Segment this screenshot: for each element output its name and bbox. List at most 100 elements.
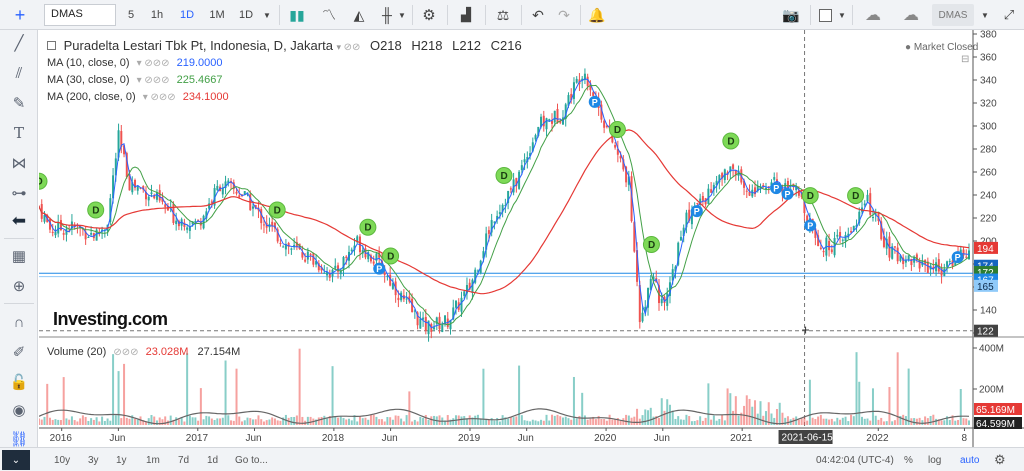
chart-type-chevron-icon[interactable]: ▼ [396, 4, 408, 26]
fullscreen-icon[interactable]: ⤢ [998, 4, 1020, 26]
symbol-input[interactable]: DMAS [44, 4, 116, 26]
fib-tool-icon[interactable]: ⫽ [6, 62, 32, 84]
zoom-in-icon[interactable]: ⊕ [6, 275, 32, 297]
layout-dropdown-icon[interactable]: ▼ [836, 4, 848, 26]
prediction-icon[interactable]: ⊶ [6, 182, 32, 204]
chart-area[interactable]: + D D D D D D D D D D D P P P P P P P 380 360 340 320 300 280 260… [30, 30, 1024, 455]
volume-bar [551, 414, 554, 425]
interval-1d-custom[interactable]: 1D [234, 4, 258, 26]
range-7d[interactable]: 7d [178, 452, 189, 468]
pattern-icon[interactable]: ⋈ [6, 152, 32, 174]
auto-toggle[interactable]: auto [960, 452, 979, 468]
percent-toggle[interactable]: % [904, 452, 913, 468]
candle-body [150, 192, 153, 195]
candle-body [907, 255, 910, 260]
area-chart-icon[interactable]: ◭ [346, 4, 372, 26]
redo-icon[interactable]: ↷ [552, 4, 576, 26]
volume-bar [400, 418, 403, 425]
interval-dropdown-icon[interactable]: ▼ [260, 4, 274, 26]
settings-gear-icon[interactable]: ⚙ [994, 452, 1006, 468]
clock-readout: 04:42:04 (UTC-4) [816, 454, 894, 466]
volume-bar [625, 414, 628, 425]
volume-legend[interactable]: Volume (20) ⊘⊘⊘ 23.028M 27.154M [47, 346, 240, 358]
volume-bar [246, 417, 249, 425]
text-tool-icon[interactable]: T [6, 122, 32, 144]
volume-bar [583, 415, 586, 425]
ma10-legend[interactable]: MA (10, close, 0) ▾ ⊘⊘⊘ 219.0000 [47, 57, 223, 69]
volume-bar [386, 417, 389, 425]
volume-bar [754, 400, 757, 425]
compare-scales-icon[interactable]: ⚖ [490, 4, 516, 26]
volume-bar [98, 421, 101, 425]
volume-bar [839, 419, 842, 425]
volume-bar [891, 421, 894, 425]
volume-bar [712, 415, 715, 425]
ma30-legend[interactable]: MA (30, close, 0) ▾ ⊘⊘⊘ 225.4667 [47, 74, 223, 86]
goto-button[interactable]: Go to... [235, 452, 268, 468]
gear-icon[interactable]: ⚙ [416, 4, 442, 26]
volume-bar [485, 419, 488, 425]
candle-body [819, 247, 822, 249]
p-marker-label: P [785, 189, 791, 199]
eye-icon[interactable]: ◉ [6, 399, 32, 421]
interval-1m[interactable]: 1M [204, 4, 230, 26]
interval-1d[interactable]: 1D [174, 4, 200, 26]
dividend-marker-label: D [614, 125, 621, 136]
layout-icon[interactable] [814, 4, 836, 26]
candle-body [745, 190, 748, 192]
range-1m[interactable]: 1m [146, 452, 160, 468]
dividend-marker-label: D [387, 251, 394, 262]
measure-icon[interactable]: ▦ [6, 245, 32, 267]
saved-dropdown-icon[interactable]: ▼ [978, 4, 992, 26]
cloud-download-icon[interactable]: ☁ [856, 4, 890, 26]
brush-icon[interactable]: ✎ [6, 92, 32, 114]
volume-bar [273, 418, 276, 425]
alert-icon[interactable]: 🔔 [584, 4, 610, 26]
magnet-icon[interactable]: ∩ [6, 311, 32, 333]
undo-icon[interactable]: ↶ [526, 4, 550, 26]
cloud-upload-icon[interactable]: ☁ [894, 4, 928, 26]
lock-icon[interactable]: 🔓 [6, 371, 32, 393]
interval-1h[interactable]: 1h [144, 4, 170, 26]
volume-bar [545, 414, 548, 425]
trend-line-icon[interactable]: ╱ [6, 32, 32, 54]
candle-body [830, 249, 833, 253]
arrow-back-icon[interactable]: ⬅ [6, 210, 32, 232]
volume-bar [871, 388, 874, 425]
volume-bar [611, 419, 614, 425]
volume-bar [422, 417, 425, 425]
volume-bar [87, 420, 90, 425]
line-chart-icon[interactable]: 〽 [316, 4, 342, 26]
candle-body [487, 230, 490, 234]
volume-bar [213, 419, 216, 425]
collapse-icon[interactable]: ⌄ [2, 450, 30, 470]
volume-bar [260, 419, 263, 425]
volume-bar [718, 418, 721, 425]
range-1d[interactable]: 1d [207, 452, 218, 468]
price-tick-label: 360 [980, 53, 997, 64]
ma200-legend[interactable]: MA (200, close, 0) ▾ ⊘⊘⊘ 234.1000 [47, 91, 229, 103]
volume-bar [271, 417, 274, 425]
volume-bar [660, 398, 663, 425]
range-3y[interactable]: 3y [88, 452, 99, 468]
volume-bar [109, 420, 112, 425]
range-10y[interactable]: 10y [54, 452, 70, 468]
saved-symbol-label[interactable]: DMAS [932, 4, 974, 26]
volume-bar [682, 419, 685, 425]
crosshair-icon[interactable]: + [6, 4, 34, 26]
volume-bar [734, 396, 737, 425]
interval-5[interactable]: 5 [120, 4, 142, 26]
chart-legend: Puradelta Lestari Tbk Pt, Indonesia, D, … [47, 38, 522, 53]
stay-in-drawing-icon[interactable]: ✐ [6, 341, 32, 363]
log-toggle[interactable]: log [928, 452, 941, 468]
camera-icon[interactable]: 📷 [776, 4, 806, 26]
volume-bar [663, 410, 666, 425]
volume-bar [216, 418, 219, 425]
indicators-icon[interactable]: ▟ [452, 4, 480, 26]
chart-type-dropdown-icon[interactable] [382, 4, 394, 26]
volume-bar [679, 419, 682, 425]
close-pane-icon[interactable]: ⊟ [961, 54, 969, 65]
range-1y[interactable]: 1y [116, 452, 127, 468]
volume-bar [342, 418, 345, 425]
candles-icon[interactable]: ▮▮ [284, 4, 310, 26]
